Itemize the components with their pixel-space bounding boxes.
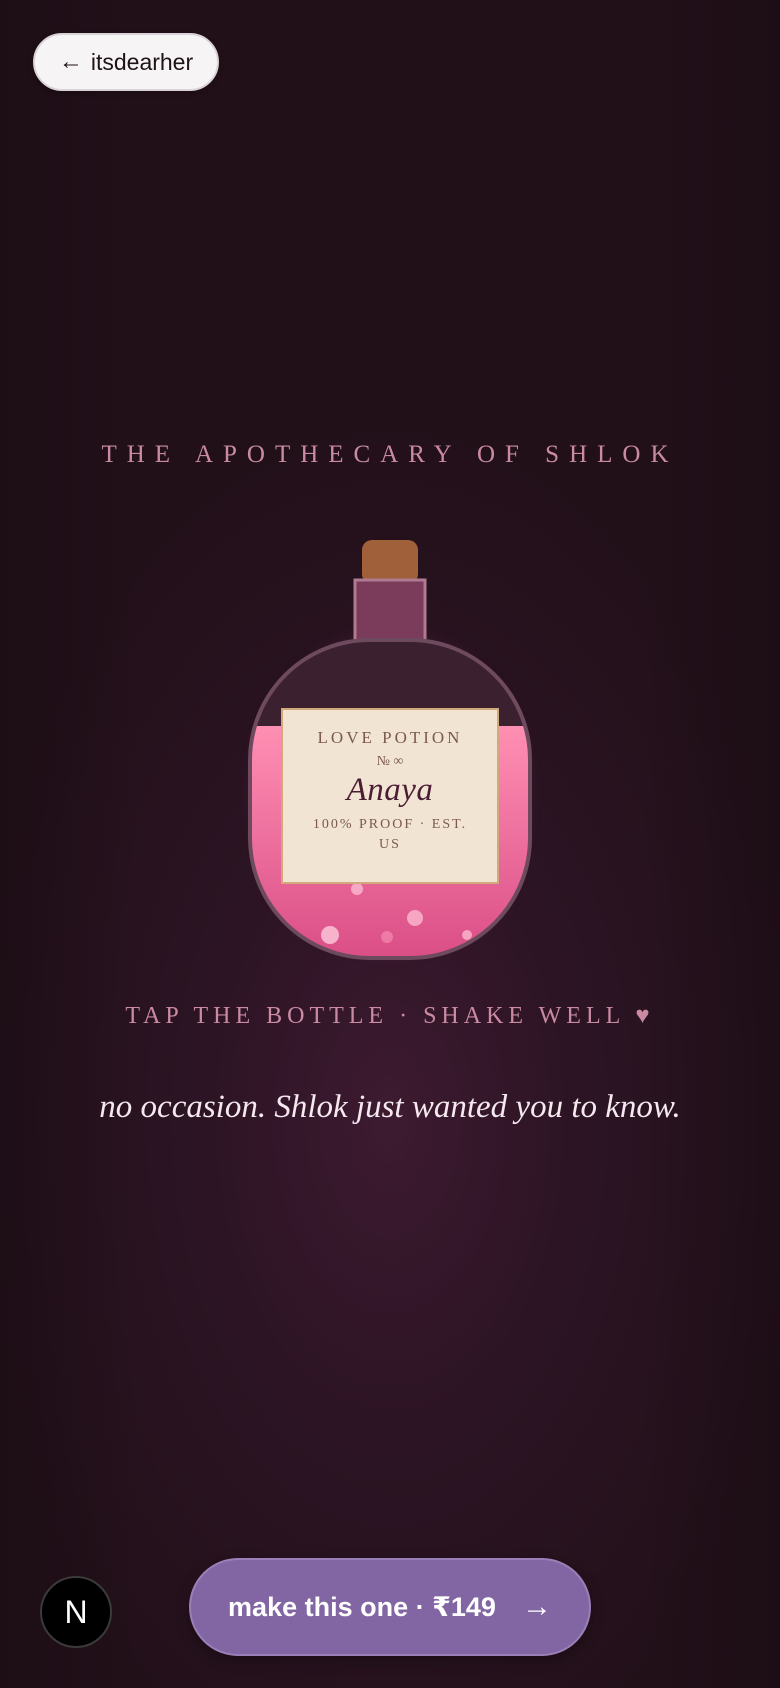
potion-label: LOVE POTION № ∞ Anaya 100% PROOF · EST. … bbox=[281, 708, 499, 884]
make-this-one-button[interactable]: make this one · ₹149 → bbox=[189, 1558, 591, 1656]
label-foot: 100% PROOF · EST. US bbox=[312, 817, 468, 852]
arrow-right-icon: → bbox=[521, 1590, 552, 1623]
potion-bottle[interactable]: LOVE POTION № ∞ Anaya 100% PROOF · EST. … bbox=[230, 530, 550, 970]
love-message: no occasion. Shlok just wanted you to kn… bbox=[99, 1089, 681, 1125]
tap-instructions: TAP THE BOTTLE · SHAKE WELL ♥ bbox=[125, 1003, 655, 1029]
n-logo-icon: N bbox=[64, 1593, 88, 1630]
label-title: LOVE POTION bbox=[317, 728, 463, 747]
bubble bbox=[462, 930, 472, 940]
back-label: itsdearher bbox=[90, 48, 194, 75]
cta-label: make this one · ₹149 bbox=[228, 1591, 496, 1622]
bubble bbox=[321, 926, 339, 944]
back-arrow-icon: ← bbox=[58, 48, 83, 75]
bubble bbox=[351, 883, 363, 895]
cork bbox=[362, 540, 418, 584]
bubble bbox=[407, 910, 423, 926]
label-name: Anaya bbox=[346, 772, 434, 808]
n-logo-badge[interactable]: N bbox=[40, 1576, 112, 1648]
back-button[interactable]: ← itsdearher bbox=[33, 33, 219, 91]
bubble bbox=[381, 931, 393, 943]
bottle-neck bbox=[353, 578, 427, 648]
label-number: № ∞ bbox=[376, 754, 404, 769]
apothecary-title: THE APOTHECARY OF SHLOK bbox=[101, 441, 679, 468]
